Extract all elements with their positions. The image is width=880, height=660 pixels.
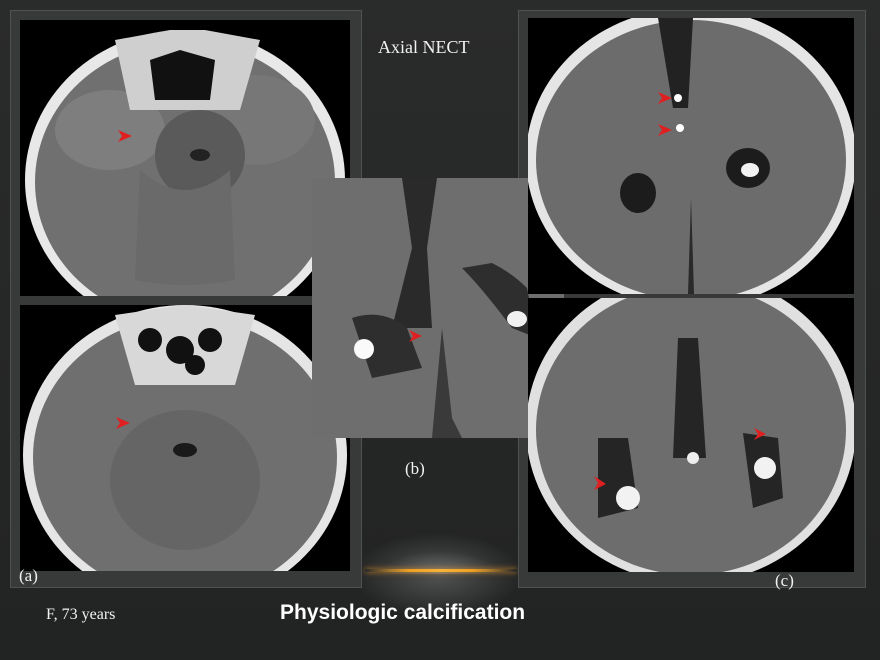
ct-image-b — [312, 178, 564, 438]
ct-image-c-bottom — [528, 298, 854, 572]
accent-glow-line — [365, 569, 517, 572]
ct-image-a-top — [20, 20, 350, 296]
slide-title: Physiologic calcification — [280, 601, 526, 624]
slide-background: Axial NECT (a) (b) (c) F, 73 years Physi… — [0, 0, 880, 660]
ct-image-c-top — [528, 18, 854, 294]
panel-label-b: (b) — [405, 459, 425, 478]
panel-label-c: (c) — [775, 571, 794, 590]
patient-caption: F, 73 years — [46, 606, 116, 623]
modality-title: Axial NECT — [378, 37, 470, 57]
ct-image-a-bottom — [20, 305, 350, 571]
panel-label-a: (a) — [19, 566, 38, 585]
